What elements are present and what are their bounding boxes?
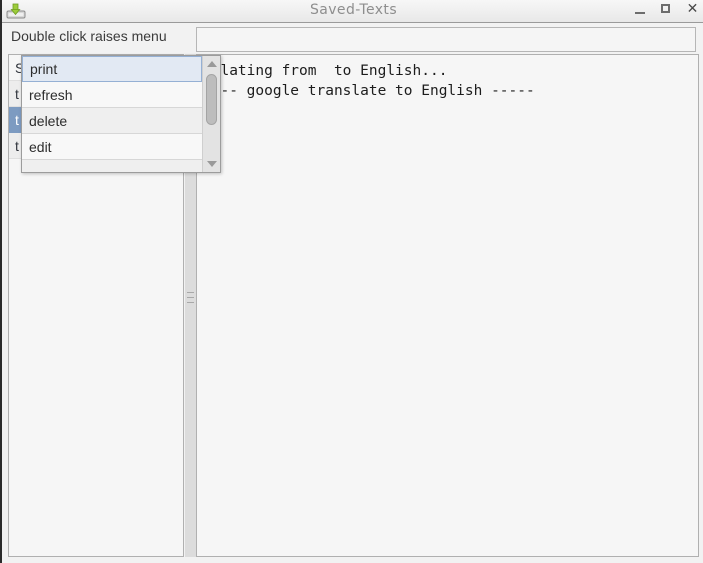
header-row: Double click raises menu	[2, 24, 703, 53]
search-input[interactable]	[196, 27, 696, 52]
splitter-grip-icon	[187, 292, 194, 309]
scrollbar-thumb[interactable]	[206, 74, 218, 125]
menu-item-blank[interactable]	[22, 160, 203, 172]
title-bar: Saved-Texts ✕	[2, 0, 703, 23]
maximize-button[interactable]	[660, 3, 673, 16]
context-menu-scrollbar[interactable]	[202, 56, 220, 172]
console-line-1: nslating from to English...	[203, 63, 448, 79]
console-output-panel[interactable]: nslating from to English... ---- google …	[196, 54, 699, 557]
window-controls: ✕	[634, 2, 699, 16]
scroll-down-arrow-icon[interactable]	[207, 161, 218, 167]
minimize-button[interactable]	[634, 3, 647, 16]
menu-item-refresh[interactable]: refresh	[22, 82, 203, 108]
menu-item-print[interactable]: print	[22, 56, 203, 82]
menu-item-delete[interactable]: delete	[22, 108, 203, 134]
scroll-up-arrow-icon[interactable]	[207, 61, 218, 67]
hint-label: Double click raises menu	[11, 28, 167, 44]
application-window: Saved-Texts ✕ Double click raises menu S…	[0, 0, 703, 563]
window-title: Saved-Texts	[309, 2, 398, 18]
console-line-2: ---- google translate to English -----	[203, 83, 535, 99]
context-menu-list[interactable]: print refresh delete edit	[22, 56, 203, 172]
menu-item-edit[interactable]: edit	[22, 134, 203, 160]
context-menu[interactable]: print refresh delete edit	[21, 55, 221, 173]
close-icon[interactable]: ✕	[686, 2, 699, 16]
